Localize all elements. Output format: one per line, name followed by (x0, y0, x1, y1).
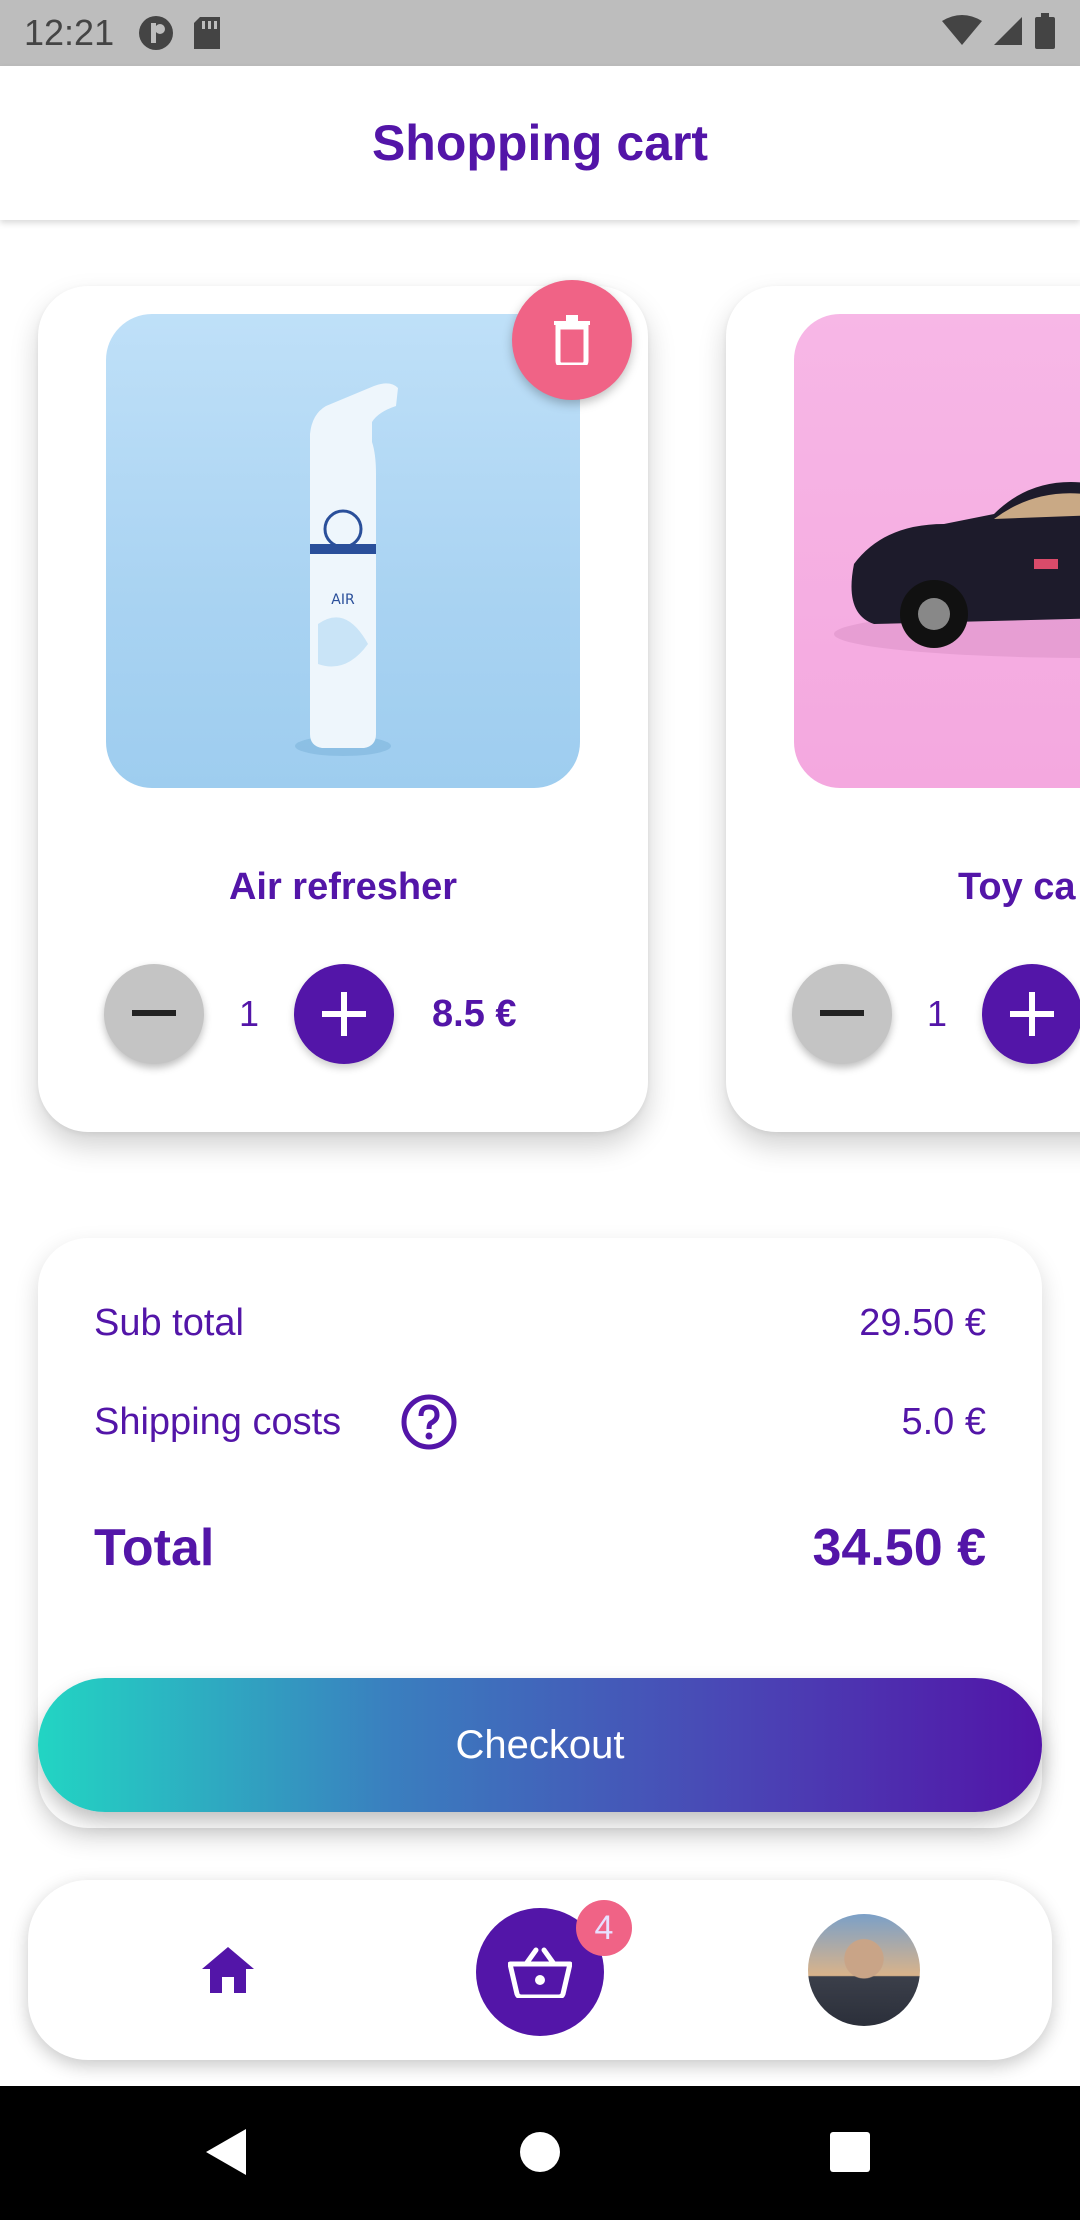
delete-item-button[interactable] (512, 280, 632, 400)
quantity-stepper: 1 8.5 € (104, 964, 517, 1064)
home-circle-icon (520, 2132, 560, 2172)
shopping-basket-icon (508, 1947, 572, 1998)
shipping-value: 5.0 € (901, 1400, 986, 1443)
cart-count-badge: 4 (576, 1900, 632, 1956)
decrease-quantity-button[interactable] (792, 964, 892, 1064)
nav-home-button[interactable] (188, 1930, 268, 2010)
sd-card-icon (192, 15, 222, 51)
total-value: 34.50 € (812, 1519, 987, 1577)
product-image-toy-car (794, 314, 1080, 788)
cart-content: AIR Air refresher 1 8.5 € Toy ca 1 Sub t… (0, 220, 1080, 2086)
battery-icon (1034, 13, 1056, 53)
page-title: Shopping cart (371, 115, 709, 171)
svg-text:AIR: AIR (331, 592, 355, 608)
system-navigation-bar (0, 2086, 1080, 2220)
back-button[interactable] (196, 2122, 256, 2182)
wifi-icon (942, 15, 982, 51)
bottom-navigation: 4 (28, 1880, 1052, 2060)
quantity-stepper: 1 (792, 964, 1080, 1064)
increase-quantity-button[interactable] (982, 964, 1080, 1064)
status-bar: 12:21 (0, 0, 1080, 66)
increase-quantity-button[interactable] (294, 964, 394, 1064)
trash-icon (554, 315, 590, 365)
total-row: Total 34.50 € (94, 1518, 986, 1578)
shipping-row: Shipping costs 5.0 € (94, 1394, 986, 1450)
back-triangle-icon (206, 2129, 246, 2175)
plus-icon (1010, 992, 1054, 1036)
status-time: 12:21 (24, 12, 115, 53)
minus-icon (132, 1010, 176, 1016)
minus-icon (820, 1010, 864, 1016)
help-icon[interactable] (401, 1394, 457, 1450)
cart-item-card: AIR Air refresher 1 8.5 € (38, 280, 648, 1132)
cart-item-card: Toy ca 1 (726, 286, 1080, 1132)
plus-icon (322, 992, 366, 1036)
recents-square-icon (830, 2132, 870, 2172)
subtotal-label: Sub total (94, 1302, 244, 1344)
subtotal-row: Sub total 29.50 € (94, 1302, 986, 1345)
product-image-air-refresher: AIR (106, 314, 580, 788)
product-name: Toy ca (958, 866, 1076, 908)
decrease-quantity-button[interactable] (104, 964, 204, 1064)
item-price: 8.5 € (432, 992, 517, 1035)
product-name: Air refresher (228, 866, 458, 908)
quantity-value: 1 (238, 993, 260, 1034)
signal-icon (992, 15, 1024, 51)
app-notification-icon (138, 15, 174, 51)
home-icon (202, 1947, 254, 1993)
subtotal-value: 29.50 € (859, 1302, 986, 1344)
recents-button[interactable] (820, 2122, 880, 2182)
app-bar: Shopping cart (0, 66, 1080, 220)
home-system-button[interactable] (510, 2122, 570, 2182)
shipping-label: Shipping costs (94, 1400, 342, 1443)
total-label: Total (94, 1519, 215, 1577)
checkout-button[interactable]: Checkout (38, 1678, 1042, 1812)
quantity-value: 1 (926, 993, 948, 1034)
profile-avatar[interactable] (808, 1914, 920, 2026)
